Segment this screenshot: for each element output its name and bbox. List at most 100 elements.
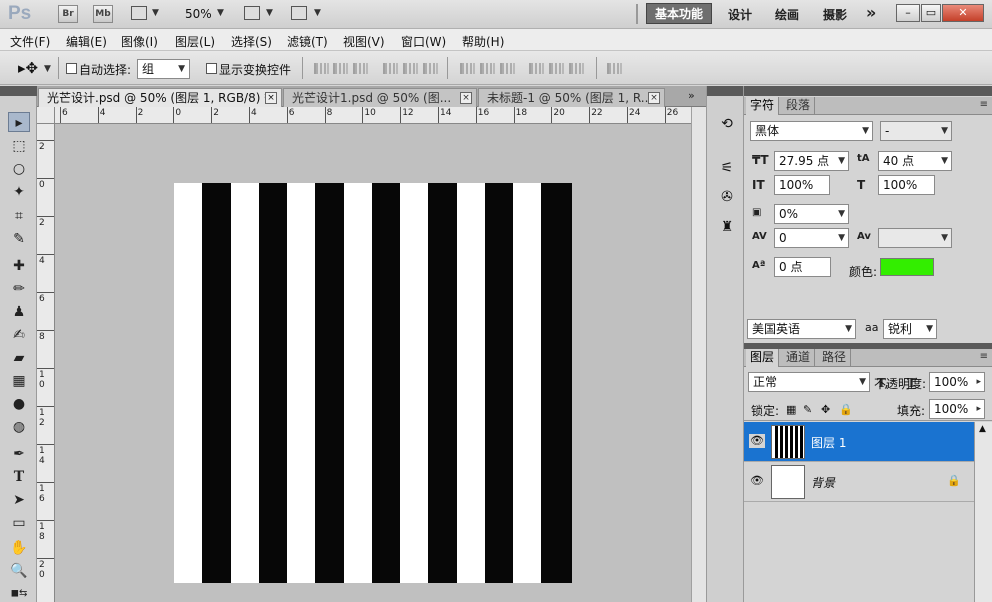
healing-brush-tool-icon[interactable]: ✚ [8, 256, 30, 276]
distribute-left-icon[interactable] [529, 63, 544, 74]
tab-paths[interactable]: 路径 [818, 349, 852, 367]
align-bottom-icon[interactable] [353, 63, 368, 74]
language-select[interactable]: 美国英语 ▼ [747, 319, 856, 339]
panel-header[interactable] [744, 86, 992, 96]
dodge-tool-icon[interactable]: ◍ [8, 417, 30, 437]
layer-row-layer1[interactable]: 👁 图层 1 [744, 422, 974, 462]
arrange-chevron-icon[interactable]: ▼ [266, 8, 273, 18]
marquee-tool-icon[interactable]: ⬚ [8, 136, 30, 156]
horizontal-ruler[interactable]: 6 4 2 0 2 4 6 8 10 12 14 16 18 20 22 24 26 [55, 107, 691, 124]
tsume-field[interactable]: 0% ▼ [774, 204, 849, 224]
menu-image[interactable]: 图像(I) [121, 33, 158, 50]
bridge-button[interactable]: Br [58, 5, 78, 23]
close-window-icon[interactable]: ✕ [942, 4, 984, 22]
tab-character[interactable]: 字符 [746, 97, 780, 115]
lock-pixels-icon[interactable]: ✎ [803, 403, 812, 416]
tab-paragraph[interactable]: 段落 [782, 97, 816, 115]
fill-field[interactable]: 100% ▸ [929, 399, 985, 419]
menu-window[interactable]: 窗口(W) [401, 33, 446, 50]
screen-mode-chevron-icon[interactable]: ▼ [314, 8, 321, 18]
panel-menu-icon[interactable]: ≡ [980, 351, 988, 362]
workspace-photography-button[interactable]: 摄影 [823, 6, 847, 23]
close-tab-icon[interactable]: × [648, 92, 660, 104]
panel-menu-icon[interactable]: ≡ [980, 99, 988, 110]
menu-select[interactable]: 选择(S) [231, 33, 272, 50]
dock-header[interactable] [707, 86, 743, 96]
document-tab[interactable]: 光芒设计1.psd @ 50% (图... × [283, 88, 477, 107]
menu-view[interactable]: 视图(V) [343, 33, 385, 50]
document-tab[interactable]: 未标题-1 @ 50% (图层 1, R... × [478, 88, 665, 107]
tool-preset-chevron-icon[interactable]: ▼ [44, 64, 51, 74]
minimize-icon[interactable]: – [896, 4, 920, 22]
path-selection-tool-icon[interactable]: ➤ [8, 490, 30, 510]
history-brush-tool-icon[interactable]: ✍ [8, 325, 30, 345]
auto-align-layers-icon[interactable] [607, 63, 622, 74]
document-canvas[interactable] [174, 183, 572, 583]
swap-colors-icon[interactable]: ◼⇆ [8, 584, 30, 602]
lasso-tool-icon[interactable]: ○ [8, 159, 30, 179]
menu-layer[interactable]: 图层(L) [175, 33, 215, 50]
view-extras-chevron-icon[interactable]: ▼ [152, 8, 159, 18]
tab-layers[interactable]: 图层 [746, 349, 780, 367]
distribute-hcenter-icon[interactable] [549, 63, 564, 74]
screen-mode-icon[interactable] [291, 6, 307, 20]
menu-help[interactable]: 帮助(H) [462, 33, 504, 50]
type-tool-icon[interactable]: T [8, 467, 30, 487]
scroll-up-icon[interactable]: ▲ [979, 424, 986, 434]
font-family-select[interactable]: 黑体 ▼ [750, 121, 873, 141]
distribute-right-icon[interactable] [569, 63, 584, 74]
brush-presets-panel-icon[interactable]: ⚟ [717, 158, 737, 178]
blend-mode-select[interactable]: 正常 ▼ [748, 372, 870, 392]
lock-transparent-icon[interactable]: ▦ [786, 403, 796, 416]
font-style-select[interactable]: - ▼ [880, 121, 952, 141]
arrange-documents-icon[interactable] [244, 6, 260, 20]
workspace-essentials-button[interactable]: 基本功能 [646, 3, 712, 24]
eye-icon[interactable]: 👁 [749, 434, 765, 448]
brush-tool-icon[interactable]: ✏ [8, 279, 30, 299]
crop-tool-icon[interactable]: ⌗ [8, 206, 30, 226]
shape-tool-icon[interactable]: ▭ [8, 513, 30, 533]
distribute-bottom-icon[interactable] [500, 63, 515, 74]
tab-channels[interactable]: 通道 [782, 349, 816, 367]
lock-position-icon[interactable]: ✥ [821, 403, 830, 416]
align-vcenter-icon[interactable] [333, 63, 348, 74]
layer-row-background[interactable]: 👁 背景 🔒 [744, 462, 974, 502]
align-hcenter-icon[interactable] [403, 63, 418, 74]
gradient-tool-icon[interactable]: ▦ [8, 371, 30, 391]
workspace-painting-button[interactable]: 绘画 [775, 6, 799, 23]
view-extras-icon[interactable] [131, 6, 147, 20]
hand-tool-icon[interactable]: ✋ [8, 538, 30, 558]
more-workspaces-button[interactable]: » [866, 3, 876, 22]
baseline-shift-field[interactable]: 0 点 [774, 257, 831, 277]
toolbox-header[interactable] [0, 86, 37, 96]
canvas-scrollbar[interactable] [691, 107, 706, 602]
ruler-origin[interactable] [37, 107, 55, 124]
zoom-tool-icon[interactable]: 🔍 [8, 561, 30, 581]
document-tab-active[interactable]: 光芒设计.psd @ 50% (图层 1, RGB/8) * × [38, 88, 282, 107]
brush-panel-icon[interactable]: ✇ [717, 187, 737, 207]
mini-bridge-button[interactable]: Mb [93, 5, 113, 23]
pen-tool-icon[interactable]: ✒ [8, 444, 30, 464]
quick-select-tool-icon[interactable]: ✦ [8, 182, 30, 202]
eraser-tool-icon[interactable]: ▰ [8, 348, 30, 368]
blur-tool-icon[interactable]: ● [8, 394, 30, 414]
align-top-icon[interactable] [314, 63, 329, 74]
menu-filter[interactable]: 滤镜(T) [287, 33, 328, 50]
opacity-field[interactable]: 100% ▸ [929, 372, 985, 392]
text-color-swatch[interactable] [880, 258, 934, 276]
distribute-vcenter-icon[interactable] [480, 63, 495, 74]
layers-scrollbar[interactable]: ▲ [974, 422, 992, 602]
move-tool-icon[interactable]: ▸ [8, 112, 30, 132]
zoom-chevron-icon[interactable]: ▼ [217, 8, 224, 18]
close-tab-icon[interactable]: × [460, 92, 472, 104]
tab-overflow-icon[interactable]: » [688, 89, 695, 102]
zoom-level-select[interactable]: 50% [185, 7, 212, 21]
distribute-top-icon[interactable] [460, 63, 475, 74]
auto-select-target-select[interactable]: 组 ▼ [137, 59, 190, 79]
menu-file[interactable]: 文件(F) [10, 33, 50, 50]
move-tool-preset-icon[interactable]: ▸✥ [18, 59, 38, 77]
align-right-icon[interactable] [423, 63, 438, 74]
eye-icon[interactable]: 👁 [749, 474, 765, 488]
auto-select-checkbox[interactable] [66, 63, 77, 74]
horizontal-scale-field[interactable]: 100% [878, 175, 935, 195]
